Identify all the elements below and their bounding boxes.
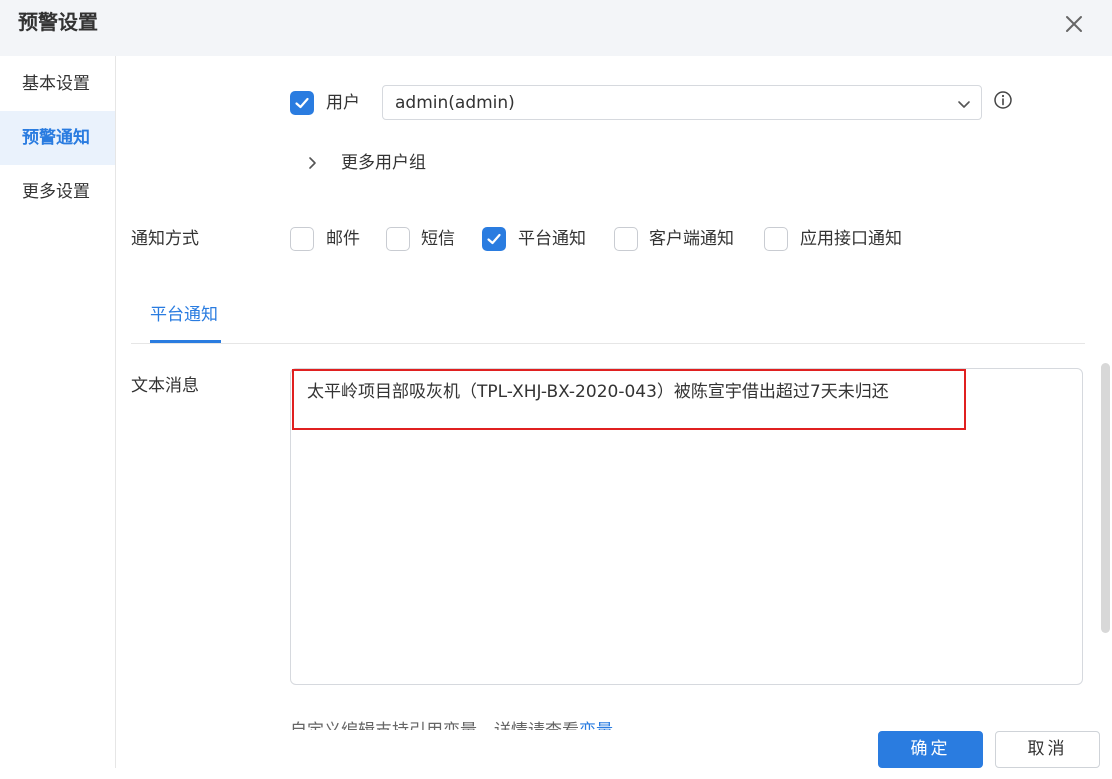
alert-settings-dialog: 预警设置 基本设置 预警通知 更多设置 用户 admin(admin) 更多用户… — [0, 0, 1112, 779]
tab-divider — [131, 343, 1085, 344]
variable-link[interactable]: 变量 — [579, 721, 613, 730]
email-checkbox[interactable] — [290, 227, 314, 251]
text-message-content: 太平岭项目部吸灰机（TPL-XHJ-BX-2020-043）被陈宣宇借出超过7天… — [307, 382, 889, 402]
notify-method-label: 通知方式 — [131, 229, 199, 249]
client-notification-checkbox[interactable] — [614, 227, 638, 251]
tab-platform-notification[interactable]: 平台通知 — [150, 302, 218, 328]
text-message-input[interactable]: 太平岭项目部吸灰机（TPL-XHJ-BX-2020-043）被陈宣宇借出超过7天… — [290, 368, 1083, 685]
platform-notification-label: 平台通知 — [518, 229, 586, 249]
text-message-label: 文本消息 — [131, 376, 199, 396]
sms-checkbox[interactable] — [386, 227, 410, 251]
user-select-value: admin(admin) — [395, 93, 515, 113]
variable-hint-text: 自定义编辑支持引用变量，详情请查看 — [290, 721, 579, 730]
sidebar: 基本设置 预警通知 更多设置 — [0, 56, 116, 768]
close-icon[interactable] — [1060, 10, 1088, 38]
email-label: 邮件 — [326, 229, 360, 249]
sidebar-item-basic-settings[interactable]: 基本设置 — [0, 57, 115, 111]
cancel-button[interactable]: 取消 — [995, 731, 1100, 768]
active-tab-indicator — [150, 340, 221, 343]
client-notification-label: 客户端通知 — [649, 229, 734, 249]
sms-label: 短信 — [421, 229, 455, 249]
dialog-header: 预警设置 — [0, 0, 1112, 56]
info-icon[interactable] — [993, 90, 1013, 110]
chevron-right-icon — [309, 157, 316, 169]
api-notification-label: 应用接口通知 — [800, 229, 902, 249]
sidebar-item-more-settings[interactable]: 更多设置 — [0, 165, 115, 219]
dialog-title: 预警设置 — [18, 10, 98, 34]
user-select[interactable]: admin(admin) — [382, 85, 982, 120]
user-label: 用户 — [326, 93, 360, 113]
chevron-down-icon — [957, 96, 971, 110]
more-user-groups-label: 更多用户组 — [341, 153, 426, 173]
vertical-scrollbar[interactable] — [1101, 363, 1110, 633]
user-checkbox[interactable] — [290, 91, 314, 115]
platform-notification-checkbox[interactable] — [482, 227, 506, 251]
sidebar-item-alert-notification[interactable]: 预警通知 — [0, 111, 115, 165]
api-notification-checkbox[interactable] — [764, 227, 788, 251]
confirm-button[interactable]: 确定 — [878, 731, 983, 768]
variable-hint: 自定义编辑支持引用变量，详情请查看变量 — [290, 718, 613, 730]
